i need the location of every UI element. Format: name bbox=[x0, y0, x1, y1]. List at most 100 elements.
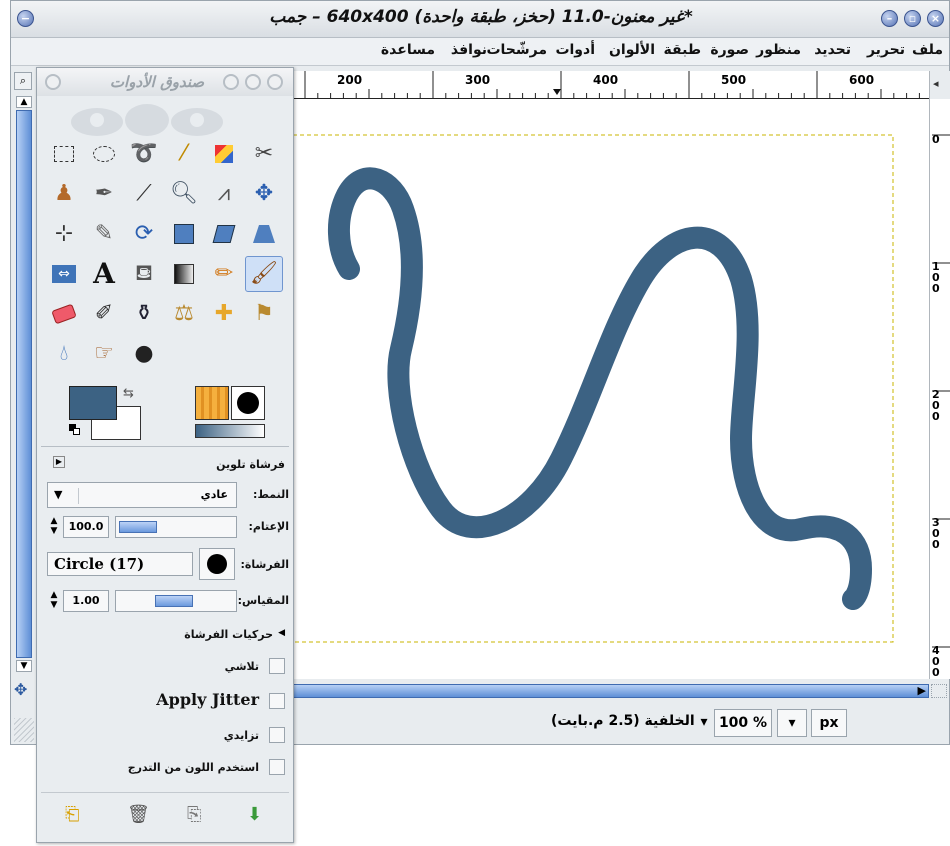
navigate-icon[interactable]: ✥ bbox=[14, 680, 27, 699]
measure-icon[interactable]: ⩘ bbox=[205, 176, 243, 212]
opacity-spin-buttons[interactable]: ▲ ▼ bbox=[47, 516, 61, 538]
menu-layer[interactable]: طبقة bbox=[664, 42, 701, 58]
scale-value[interactable]: 1.00 bbox=[63, 590, 109, 612]
paintbrush-icon[interactable]: 🖌︎ bbox=[245, 256, 283, 292]
delete-options-icon[interactable]: 🗑︎ bbox=[127, 804, 150, 825]
text-icon[interactable]: A bbox=[85, 256, 123, 292]
flip-icon[interactable]: ⇔ bbox=[45, 256, 83, 292]
menu-colors[interactable]: الألوان bbox=[609, 42, 655, 58]
navigate-corner-button[interactable]: ◂ bbox=[929, 71, 950, 99]
blur-icon[interactable]: 💧︎ bbox=[45, 336, 83, 372]
dodge-burn-icon[interactable]: ● bbox=[125, 336, 163, 372]
lasso-icon[interactable]: ➰ bbox=[125, 136, 163, 172]
maximize-button[interactable]: ▫ bbox=[904, 10, 921, 27]
toolbox-maximize-button[interactable] bbox=[245, 74, 261, 90]
ruler-label-200: 200 bbox=[337, 73, 363, 87]
smudge-icon[interactable]: ☞ bbox=[85, 336, 123, 372]
rect-select-icon[interactable] bbox=[45, 136, 83, 172]
blend-icon[interactable] bbox=[165, 256, 203, 292]
ruler-label-300: 300 bbox=[465, 73, 491, 87]
minimize-button[interactable]: – bbox=[881, 10, 898, 27]
clone-icon[interactable]: ⚖ bbox=[165, 296, 203, 332]
foreground-select-icon[interactable]: ♟ bbox=[45, 176, 83, 212]
brush-dynamics-expander[interactable]: حركيات الفرشاة bbox=[184, 628, 273, 641]
toolbox-menu-button[interactable] bbox=[45, 74, 61, 90]
pencil-icon[interactable]: ✏ bbox=[205, 256, 243, 292]
brush-name-field[interactable]: Circle (17) bbox=[47, 552, 193, 576]
restore-options-icon[interactable]: ⎘ bbox=[187, 804, 201, 825]
scroll-up-arrow-icon[interactable]: ▲ bbox=[16, 96, 32, 108]
airbrush-icon[interactable]: ✐ bbox=[85, 296, 123, 332]
brush-swatch[interactable] bbox=[231, 386, 265, 420]
unit-dropdown-button[interactable]: ▾ bbox=[777, 709, 807, 737]
menu-tools[interactable]: أدوات bbox=[555, 42, 595, 58]
move-icon[interactable]: ✥ bbox=[245, 176, 283, 212]
shear-icon[interactable] bbox=[205, 216, 243, 252]
scale-spin-buttons[interactable]: ▲ ▼ bbox=[47, 590, 61, 612]
quick-mask-zoom-icon[interactable]: ⌕ bbox=[14, 72, 32, 90]
perspective-clone-icon[interactable]: ⚑ bbox=[245, 296, 283, 332]
gradient-swatch[interactable] bbox=[195, 424, 265, 438]
scroll-down-arrow-icon[interactable]: ▼ bbox=[16, 660, 32, 672]
zoom-fit-corner[interactable] bbox=[931, 684, 947, 698]
reset-options-icon[interactable]: ⬇ bbox=[247, 804, 262, 825]
menu-select[interactable]: تحديد bbox=[814, 42, 851, 58]
fade-checkbox[interactable] bbox=[269, 658, 285, 674]
menu-image[interactable]: صورة bbox=[710, 42, 749, 58]
magic-wand-icon[interactable]: ⁄ bbox=[165, 136, 203, 172]
pattern-swatch[interactable] bbox=[195, 386, 229, 420]
opacity-slider[interactable] bbox=[115, 516, 237, 538]
window-title: *غير معنون-11.0 (حخز، طبقة واحدة) 640x40… bbox=[269, 7, 693, 27]
menu-edit[interactable]: تحرير bbox=[867, 42, 905, 58]
align-icon[interactable]: ⊹ bbox=[45, 216, 83, 252]
mode-select[interactable]: ▼ عادي bbox=[47, 482, 237, 508]
jitter-checkbox[interactable] bbox=[269, 693, 285, 709]
resize-grip[interactable] bbox=[14, 718, 34, 742]
menu-file[interactable]: ملف bbox=[912, 42, 943, 58]
expander-arrow-icon[interactable]: ◀ bbox=[278, 628, 285, 638]
window-menu-button[interactable]: − bbox=[17, 10, 34, 27]
close-button[interactable]: × bbox=[927, 10, 944, 27]
scissors-icon[interactable]: ✂ bbox=[245, 136, 283, 172]
select-by-color-icon[interactable] bbox=[205, 136, 243, 172]
menu-windows[interactable]: نوافذ bbox=[451, 42, 487, 58]
vruler-label-200: 200 bbox=[932, 388, 940, 423]
scroll-right-arrow-icon[interactable]: ▶ bbox=[918, 684, 926, 697]
vertical-ruler[interactable]: 0 100 200 300 400 bbox=[929, 99, 950, 679]
foreground-color-swatch[interactable] bbox=[69, 386, 117, 420]
crop-icon[interactable]: ✎ bbox=[85, 216, 123, 252]
opacity-value[interactable]: 100.0 bbox=[63, 516, 109, 538]
scale-slider[interactable] bbox=[115, 590, 237, 612]
scale-slider-handle[interactable] bbox=[155, 595, 193, 607]
gradient-checkbox[interactable] bbox=[269, 759, 285, 775]
zoom-icon[interactable]: 🔍︎ bbox=[165, 176, 203, 212]
options-expand-icon[interactable]: ▶ bbox=[53, 456, 65, 468]
unit-selector[interactable]: px bbox=[811, 709, 847, 737]
incremental-checkbox[interactable] bbox=[269, 727, 285, 743]
vertical-scroll-thumb[interactable] bbox=[16, 110, 32, 658]
zoom-field[interactable]: 100 % bbox=[714, 709, 772, 737]
menu-help[interactable]: مساعدة bbox=[381, 42, 435, 58]
eraser-icon[interactable] bbox=[45, 296, 83, 332]
ruler-label-400: 400 bbox=[593, 73, 619, 87]
color-picker-icon[interactable]: ⟋ bbox=[125, 176, 163, 212]
save-options-icon[interactable]: ⎗ bbox=[65, 804, 79, 825]
scale-icon[interactable] bbox=[165, 216, 203, 252]
toolbox-close-button[interactable] bbox=[267, 74, 283, 90]
ink-icon[interactable]: ⚱ bbox=[125, 296, 163, 332]
default-colors-icon[interactable] bbox=[69, 424, 81, 436]
zoom-dropdown-button[interactable]: ▾ bbox=[695, 709, 713, 737]
toolbox-minimize-button[interactable] bbox=[223, 74, 239, 90]
menu-filters[interactable]: مرشّحات bbox=[486, 42, 547, 58]
ellipse-select-icon[interactable] bbox=[85, 136, 123, 172]
swap-colors-icon[interactable]: ⇆ bbox=[123, 386, 134, 401]
heal-icon[interactable]: ✚ bbox=[205, 296, 243, 332]
vertical-scrollbar[interactable]: ▲ ▼ ✥ bbox=[14, 70, 34, 699]
rotate-icon[interactable]: ⟳ bbox=[125, 216, 163, 252]
perspective-icon[interactable] bbox=[245, 216, 283, 252]
bucket-fill-icon[interactable]: ⛾ bbox=[125, 256, 163, 292]
brush-preview-button[interactable] bbox=[199, 548, 235, 580]
menu-view[interactable]: منظور bbox=[756, 42, 801, 58]
incremental-label: تزايدي bbox=[223, 729, 259, 742]
paths-icon[interactable]: ✒ bbox=[85, 176, 123, 212]
